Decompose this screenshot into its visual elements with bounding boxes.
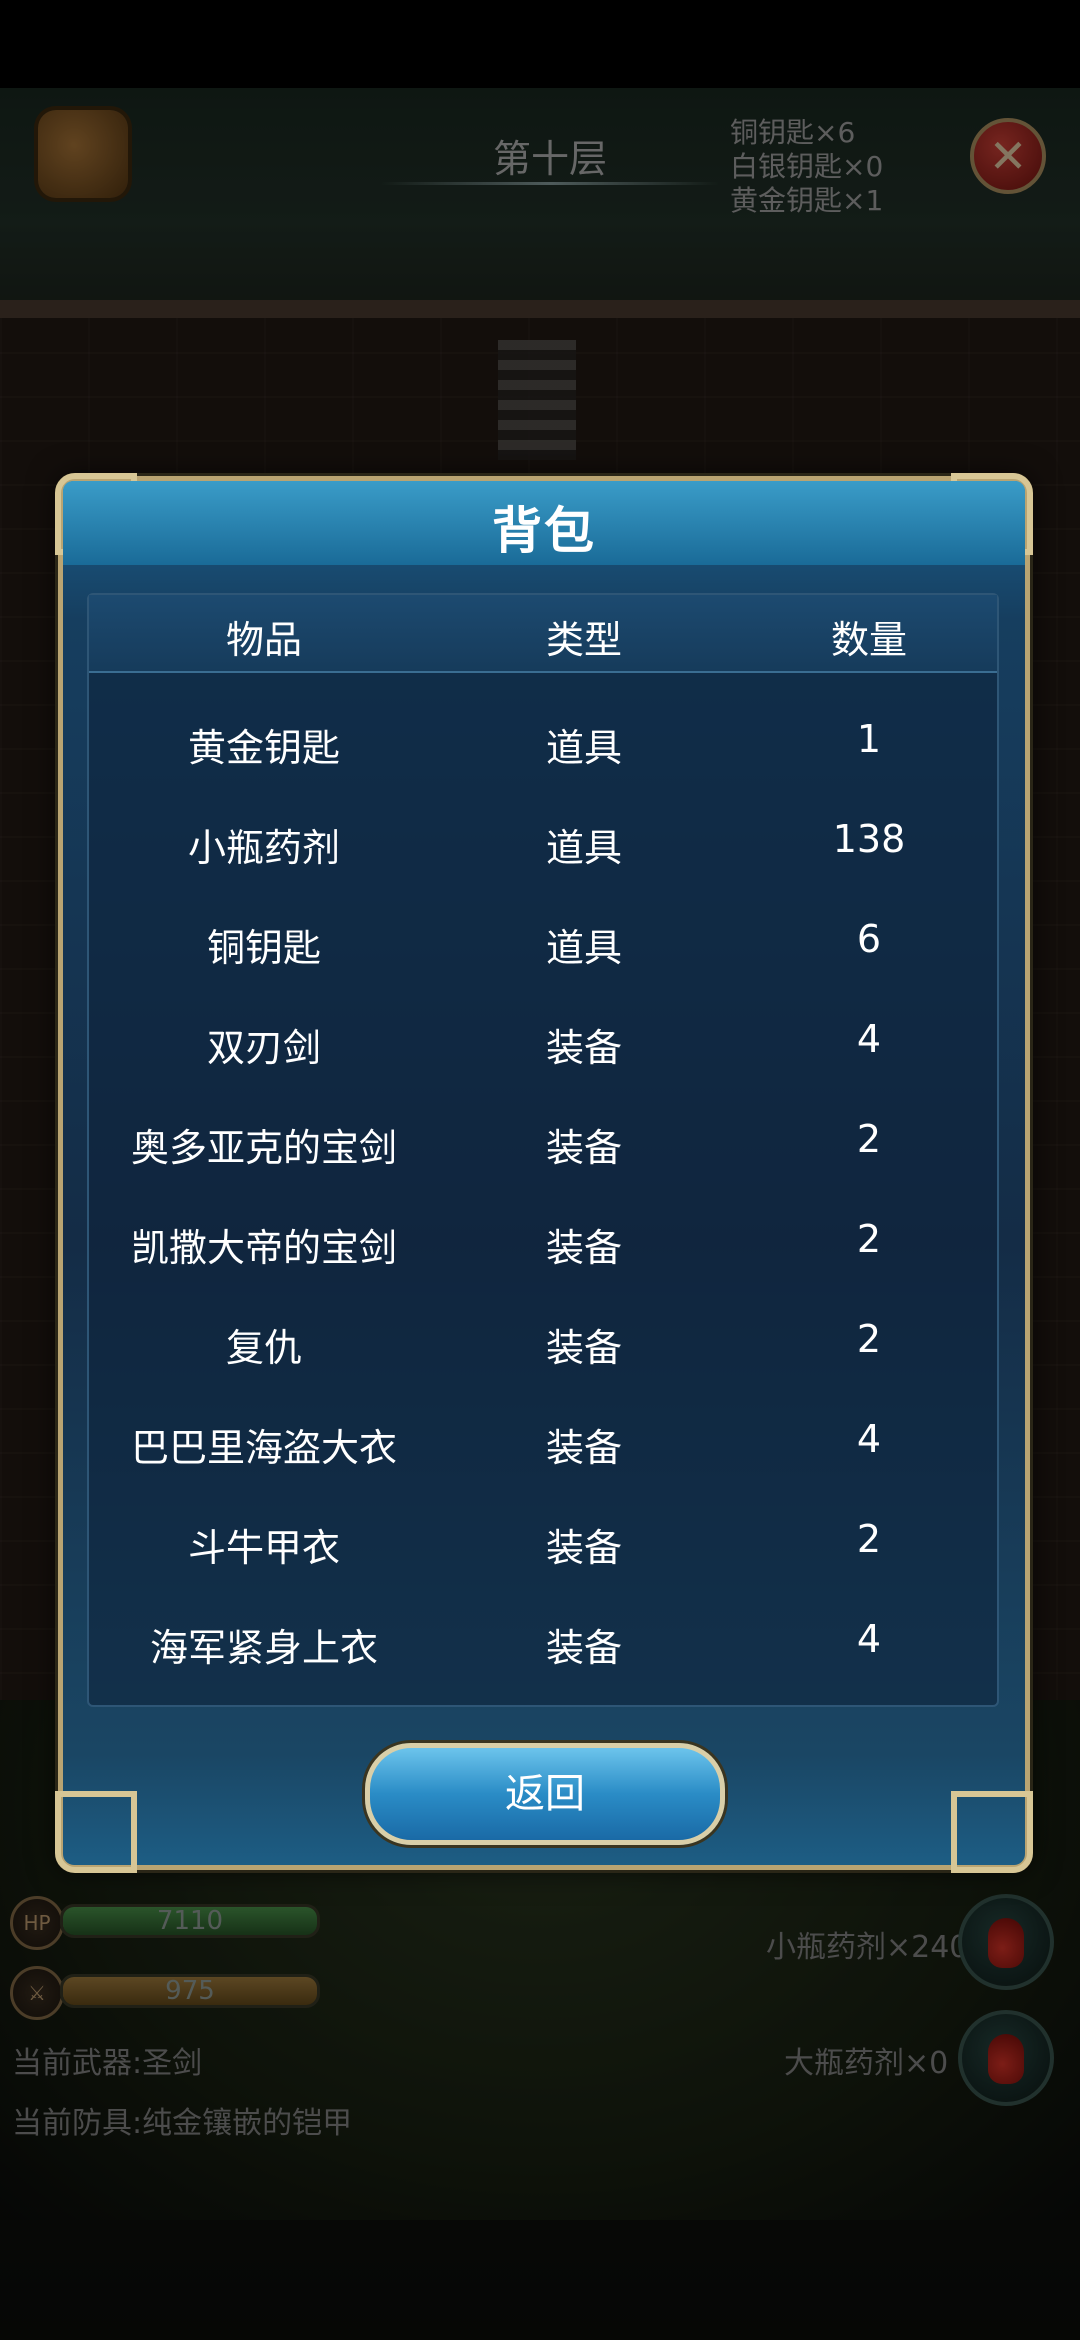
table-row[interactable]: 凯撒大帝的宝剑 装备 2 bbox=[89, 1195, 997, 1295]
item-type: 道具 bbox=[545, 926, 622, 970]
table-row[interactable]: 铜钥匙 道具 6 bbox=[89, 895, 997, 995]
item-quantity: 138 bbox=[832, 817, 906, 861]
item-type: 装备 bbox=[545, 1026, 622, 1070]
item-name: 海军紧身上衣 bbox=[149, 1626, 378, 1670]
back-button[interactable]: 返回 bbox=[365, 1743, 725, 1845]
item-type: 装备 bbox=[545, 1526, 622, 1570]
item-name: 巴巴里海盗大衣 bbox=[130, 1426, 397, 1470]
item-name: 斗牛甲衣 bbox=[187, 1526, 340, 1570]
table-row[interactable]: 黄金钥匙 道具 1 bbox=[89, 695, 997, 795]
item-type: 道具 bbox=[545, 726, 622, 770]
item-quantity: 4 bbox=[856, 1617, 882, 1661]
item-type: 道具 bbox=[545, 826, 622, 870]
status-bar-area bbox=[0, 0, 1080, 88]
item-type: 装备 bbox=[545, 1226, 622, 1270]
item-type: 装备 bbox=[545, 1326, 622, 1370]
item-name: 黄金钥匙 bbox=[187, 726, 340, 770]
table-row[interactable]: 双刃剑 装备 4 bbox=[89, 995, 997, 1095]
item-type: 装备 bbox=[545, 1626, 622, 1670]
table-row[interactable]: 奥多亚克的宝剑 装备 2 bbox=[89, 1095, 997, 1195]
item-quantity: 2 bbox=[856, 1317, 882, 1361]
item-type: 装备 bbox=[545, 1126, 622, 1170]
item-name: 复仇 bbox=[225, 1326, 302, 1370]
item-name: 小瓶药剂 bbox=[187, 826, 340, 870]
table-row[interactable]: 斗牛甲衣 装备 2 bbox=[89, 1495, 997, 1595]
item-name: 奥多亚克的宝剑 bbox=[130, 1126, 397, 1170]
item-quantity: 2 bbox=[856, 1217, 882, 1261]
dialog-title: 背包 bbox=[492, 502, 596, 560]
table-row[interactable]: 小瓶药剂 道具 138 bbox=[89, 795, 997, 895]
item-quantity: 4 bbox=[856, 1417, 882, 1461]
column-header-quantity: 数量 bbox=[830, 618, 907, 662]
column-header-item: 物品 bbox=[225, 618, 302, 662]
table-header: 物品 类型 数量 bbox=[89, 595, 997, 673]
item-name: 凯撒大帝的宝剑 bbox=[130, 1226, 397, 1270]
column-header-type: 类型 bbox=[545, 618, 622, 662]
item-quantity: 6 bbox=[856, 917, 882, 961]
table-row[interactable]: 巴巴里海盗大衣 装备 4 bbox=[89, 1395, 997, 1495]
item-quantity: 4 bbox=[856, 1017, 882, 1061]
item-type: 装备 bbox=[545, 1426, 622, 1470]
frame-corner bbox=[55, 1791, 137, 1873]
item-name: 双刃剑 bbox=[206, 1026, 321, 1070]
inventory-table: 物品 类型 数量 黄金钥匙 道具 1 小瓶药剂 道具 138 铜钥匙 道具 6 … bbox=[87, 593, 999, 1707]
frame-corner bbox=[951, 1791, 1033, 1873]
item-quantity: 2 bbox=[856, 1517, 882, 1561]
item-quantity: 2 bbox=[856, 1117, 882, 1161]
item-quantity: 1 bbox=[856, 717, 882, 761]
table-row[interactable]: 海军紧身上衣 装备 4 bbox=[89, 1595, 997, 1695]
item-name: 铜钥匙 bbox=[206, 926, 321, 970]
table-row[interactable]: 复仇 装备 2 bbox=[89, 1295, 997, 1395]
backpack-dialog: 背包 物品 类型 数量 黄金钥匙 道具 1 小瓶药剂 道具 138 铜钥匙 道具… bbox=[55, 473, 1033, 1873]
